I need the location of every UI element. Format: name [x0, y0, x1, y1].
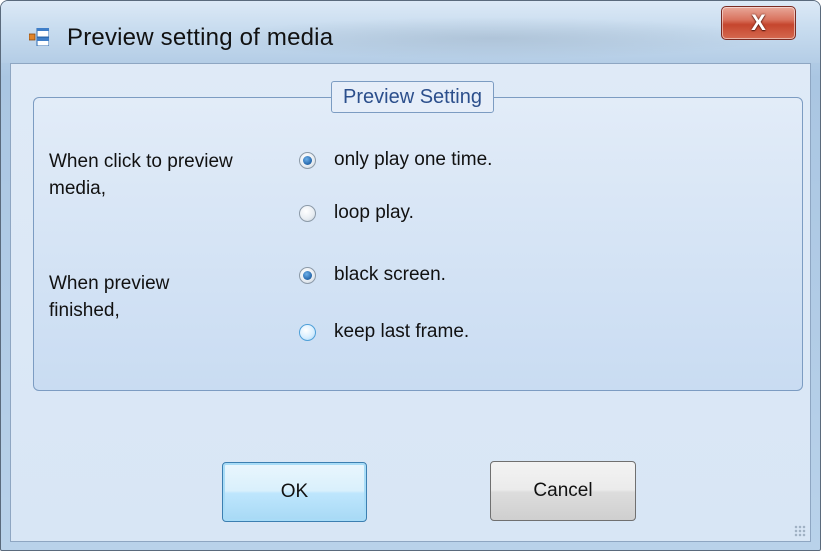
preview-finished-label-line2: finished,: [49, 300, 120, 321]
radio-label: black screen.: [334, 264, 446, 285]
radio-black-screen[interactable]: black screen.: [299, 264, 446, 286]
title-bar[interactable]: Preview setting of media X: [1, 1, 820, 63]
preview-click-label-line1: When click to preview: [49, 151, 233, 172]
close-icon: X: [751, 10, 766, 35]
dialog-window: Preview setting of media X Preview Setti…: [0, 0, 821, 551]
group-title: Preview Setting: [331, 81, 494, 113]
window-app-icon: [29, 28, 49, 46]
ok-button[interactable]: OK: [222, 462, 367, 522]
preview-finished-label: When preview finished,: [49, 270, 169, 324]
preview-finished-label-line1: When preview: [49, 273, 170, 294]
cancel-button[interactable]: Cancel: [490, 461, 636, 521]
preview-click-label: When click to preview media,: [49, 148, 233, 202]
close-button[interactable]: X: [721, 6, 796, 40]
radio-label: only play one time.: [334, 149, 493, 170]
radio-label: loop play.: [334, 202, 414, 223]
radio-button-icon[interactable]: [299, 204, 316, 222]
radio-button-icon[interactable]: [299, 266, 316, 284]
preview-click-label-line2: media,: [49, 178, 107, 199]
radio-button-icon[interactable]: [299, 151, 316, 169]
radio-loop-play[interactable]: loop play.: [299, 202, 414, 224]
radio-button-icon[interactable]: [299, 323, 316, 341]
radio-only-play-one-time[interactable]: only play one time.: [299, 149, 492, 171]
preview-setting-group: When click to preview media, only play o…: [33, 97, 803, 391]
resize-grip[interactable]: [794, 525, 806, 537]
dialog-client-area: Preview Setting When click to preview me…: [10, 63, 811, 542]
radio-label: keep last frame.: [334, 321, 470, 342]
radio-keep-last-frame[interactable]: keep last frame.: [299, 321, 469, 343]
window-title: Preview setting of media: [67, 24, 334, 51]
